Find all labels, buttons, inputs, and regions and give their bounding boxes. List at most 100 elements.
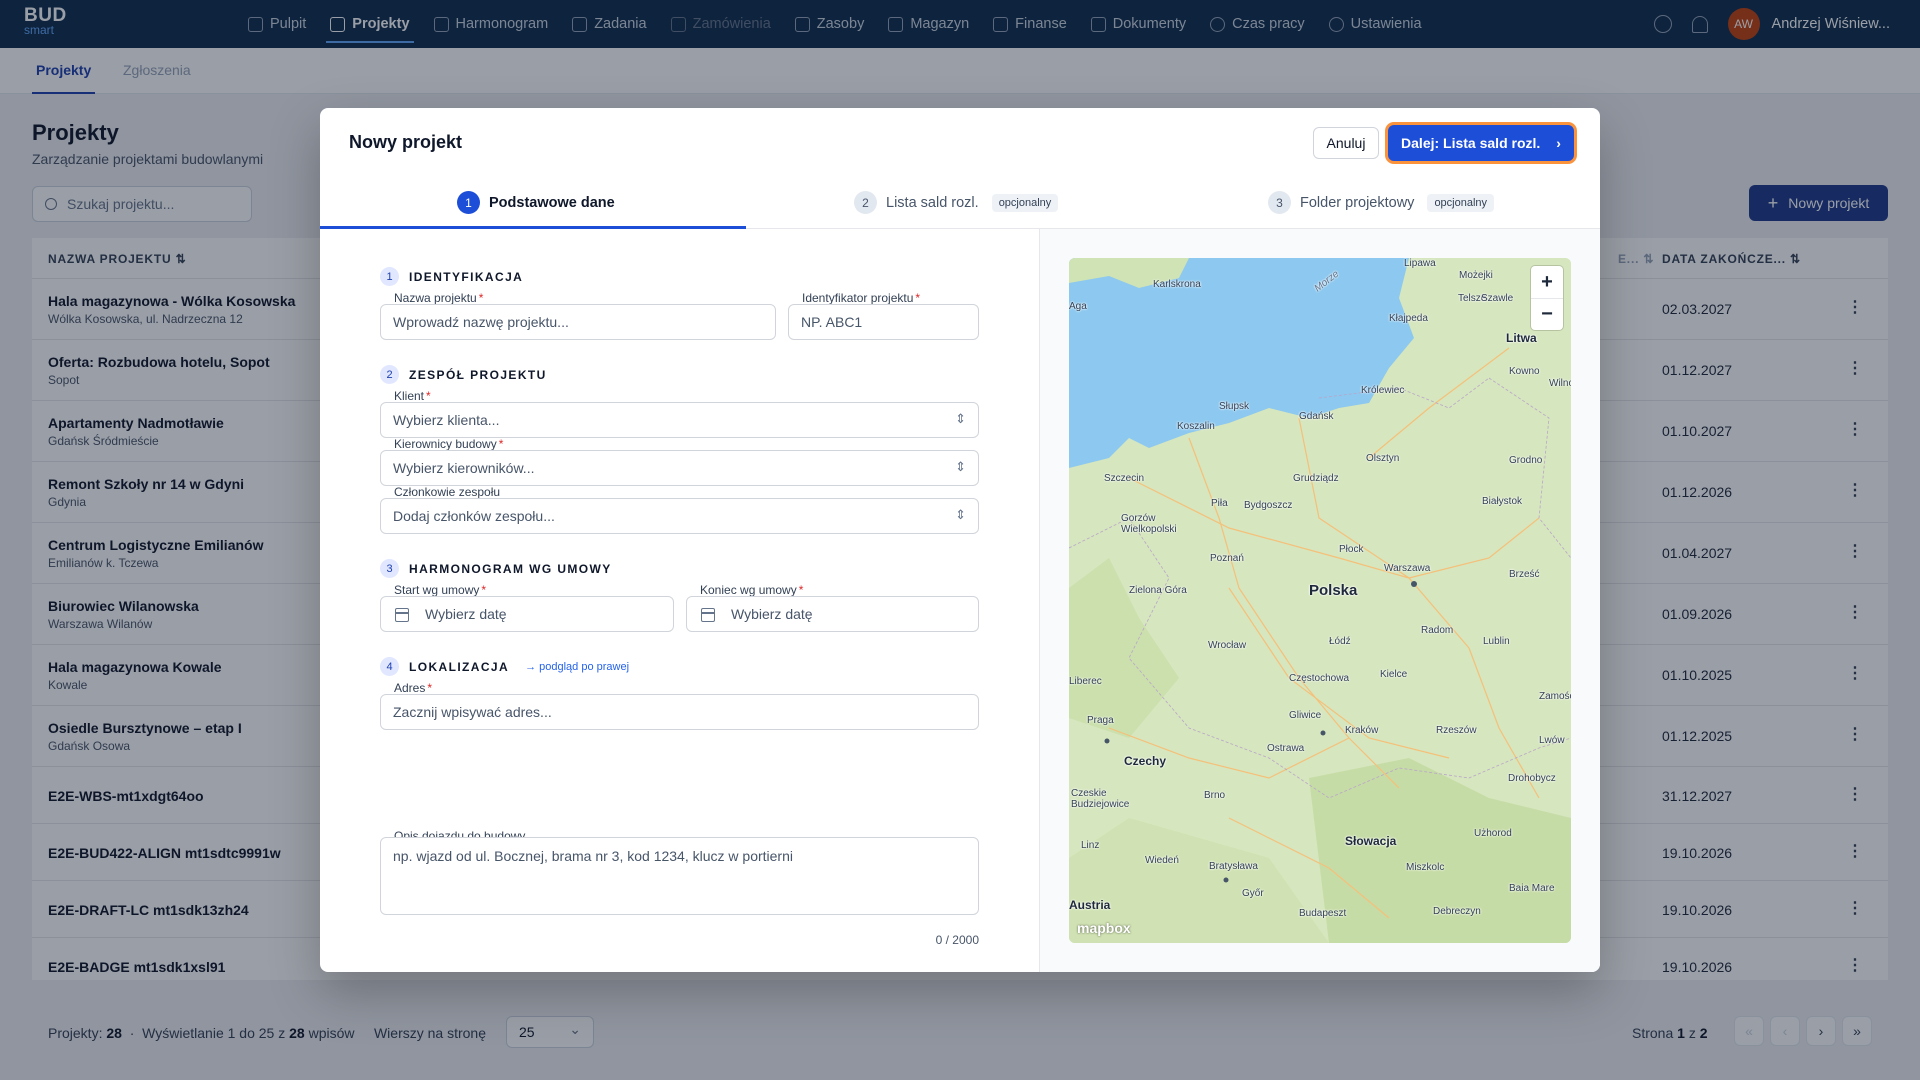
label-text: Kierownicy budowy — [394, 437, 497, 451]
project-id-input[interactable]: NP. ABC1 — [788, 304, 979, 340]
section-number: 2 — [380, 365, 399, 384]
section-schedule: 3 HARMONOGRAM WG UMOWY — [380, 559, 612, 578]
map-city-label: Ostrawa — [1267, 743, 1305, 754]
map-city-label: Szawle — [1481, 293, 1514, 304]
map-country-label: Austria — [1069, 898, 1111, 912]
map-city-label: Kowno — [1509, 366, 1540, 377]
required-mark: * — [481, 583, 487, 597]
modal-title: Nowy projekt — [349, 132, 463, 152]
members-select[interactable]: Dodaj członków zespołu... — [380, 498, 979, 534]
map-city-label: Kraków — [1345, 725, 1379, 736]
mapbox-logo[interactable]: mapbox — [1077, 920, 1131, 936]
map-city-label: Piła — [1211, 498, 1228, 509]
map-city-label: Poznań — [1210, 553, 1244, 564]
zoom-in-button[interactable]: + — [1531, 266, 1563, 298]
start-date-input[interactable]: Wybierz datę — [380, 596, 674, 632]
label-text: Nazwa projektu — [394, 291, 477, 305]
map-city-label: Grudziądz — [1293, 473, 1339, 484]
map-city-label: Olsztyn — [1366, 453, 1400, 464]
map-city-label: Częstochowa — [1289, 673, 1350, 684]
map-city-label: Drohobycz — [1508, 773, 1556, 784]
section-title: LOKALIZACJA — [409, 659, 510, 674]
map-city-label: Gorzów Wielkopolski — [1121, 513, 1177, 535]
section-title: IDENTYFIKACJA — [409, 269, 524, 284]
section-number: 4 — [380, 657, 399, 676]
required-mark: * — [498, 437, 504, 451]
map-city-label: Lublin — [1483, 636, 1510, 647]
section-location: 4 LOKALIZACJA → podgląd po prawej — [380, 657, 629, 676]
section-number: 3 — [380, 559, 399, 578]
required-mark: * — [426, 389, 431, 403]
section-number: 1 — [380, 267, 399, 286]
map-city-label: Szczecin — [1104, 473, 1145, 484]
map-city-label: Grodno — [1509, 455, 1543, 466]
map-zoom-controls: + − — [1531, 266, 1563, 330]
required-mark: * — [915, 291, 921, 305]
required-mark: * — [427, 681, 433, 695]
map-city-label: Zielona Góra — [1129, 585, 1187, 596]
optional-badge: opcjonalny — [1427, 193, 1495, 212]
map-city-label: Zamość — [1539, 691, 1571, 702]
start-date-placeholder: Wybierz datę — [425, 606, 507, 622]
map-city-label: Gliwice — [1289, 710, 1322, 721]
map-city-label: Linz — [1081, 840, 1100, 851]
project-name-input[interactable]: Wprowadź nazwę projektu... — [380, 304, 776, 340]
map-city-label: Kłajpeda — [1389, 313, 1428, 324]
map-terrain — [1069, 258, 1571, 943]
map-city-label: Białystok — [1482, 496, 1523, 507]
character-counter: 0 / 2000 — [935, 933, 979, 947]
step-number: 3 — [1268, 191, 1291, 214]
start-date-label: Start wg umowy * — [394, 583, 486, 597]
next-step-button[interactable]: Dalej: Lista sald rozl. › — [1388, 125, 1574, 161]
label-text: Start wg umowy — [394, 583, 480, 597]
map-city-label: Gdańsk — [1299, 411, 1334, 422]
zoom-out-button[interactable]: − — [1531, 298, 1563, 330]
map-city-label: Liberec — [1069, 676, 1102, 687]
label-text: Identyfikator projektu — [802, 291, 914, 305]
map-city-label: Praga — [1087, 715, 1114, 726]
map-city-label: Użhorod — [1474, 828, 1512, 839]
end-date-label: Koniec wg umowy * — [700, 583, 803, 597]
project-name-label: Nazwa projektu * — [394, 291, 483, 305]
section-title: HARMONOGRAM WG UMOWY — [409, 561, 612, 576]
step-project-folder[interactable]: 3 Folder projektowy opcjonalny — [1268, 191, 1495, 214]
next-step-label: Dalej: Lista sald rozl. — [1401, 135, 1541, 151]
map-city-label: Płock — [1339, 544, 1364, 555]
map-city-label: Lipawa — [1404, 258, 1436, 269]
map-country-label: Słowacja — [1345, 834, 1397, 848]
label-text: Klient — [394, 389, 425, 403]
client-select[interactable]: Wybierz klienta... — [380, 402, 979, 438]
calendar-icon — [395, 608, 409, 622]
directions-textarea[interactable]: np. wjazd od ul. Bocznej, brama nr 3, ko… — [380, 837, 979, 915]
map-city-label: Wilno — [1549, 378, 1571, 389]
required-mark: * — [478, 291, 484, 305]
map-city-label: Brześć — [1509, 569, 1540, 580]
location-map[interactable]: Karlskrona Lipawa Możejki Telsze Szawle … — [1069, 258, 1571, 943]
map-country-label: Litwa — [1506, 331, 1537, 345]
address-input[interactable]: Zacznij wpisywać adres... — [380, 694, 979, 730]
map-city-label: Miszkolc — [1406, 862, 1445, 873]
end-date-placeholder: Wybierz datę — [731, 606, 813, 622]
map-city-label: Koszalin — [1177, 421, 1215, 432]
managers-label: Kierownicy budowy * — [394, 437, 503, 451]
label-text: Adres — [394, 681, 426, 695]
new-project-modal: Nowy projekt Anuluj Dalej: Lista sald ro… — [320, 108, 1600, 972]
map-city-label: Brno — [1204, 790, 1226, 801]
cancel-button[interactable]: Anuluj — [1313, 127, 1379, 159]
map-panel: Karlskrona Lipawa Możejki Telsze Szawle … — [1039, 229, 1600, 972]
map-city-label: Czeskie Budziejowice — [1071, 788, 1130, 810]
managers-select[interactable]: Wybierz kierowników... — [380, 450, 979, 486]
map-city-label: Możejki — [1459, 270, 1493, 281]
map-city-label: Budapeszt — [1299, 908, 1347, 919]
map-city-label: Baia Mare — [1509, 883, 1555, 894]
project-form: 1 IDENTYFIKACJA Nazwa projektu * Wprowadź… — [320, 229, 1039, 972]
required-mark: * — [798, 583, 804, 597]
calendar-icon — [701, 608, 715, 622]
step-balance-list[interactable]: 2 Lista sald rozl. opcjonalny — [854, 191, 1059, 214]
end-date-input[interactable]: Wybierz datę — [686, 596, 979, 632]
address-label: Adres * — [394, 681, 432, 695]
map-city-label: Warszawa — [1384, 563, 1431, 574]
step-basic-data[interactable]: 1 Podstawowe dane — [457, 191, 615, 214]
map-city-label: Lwów — [1539, 735, 1565, 746]
map-preview-link[interactable]: → podgląd po prawej — [525, 661, 629, 673]
